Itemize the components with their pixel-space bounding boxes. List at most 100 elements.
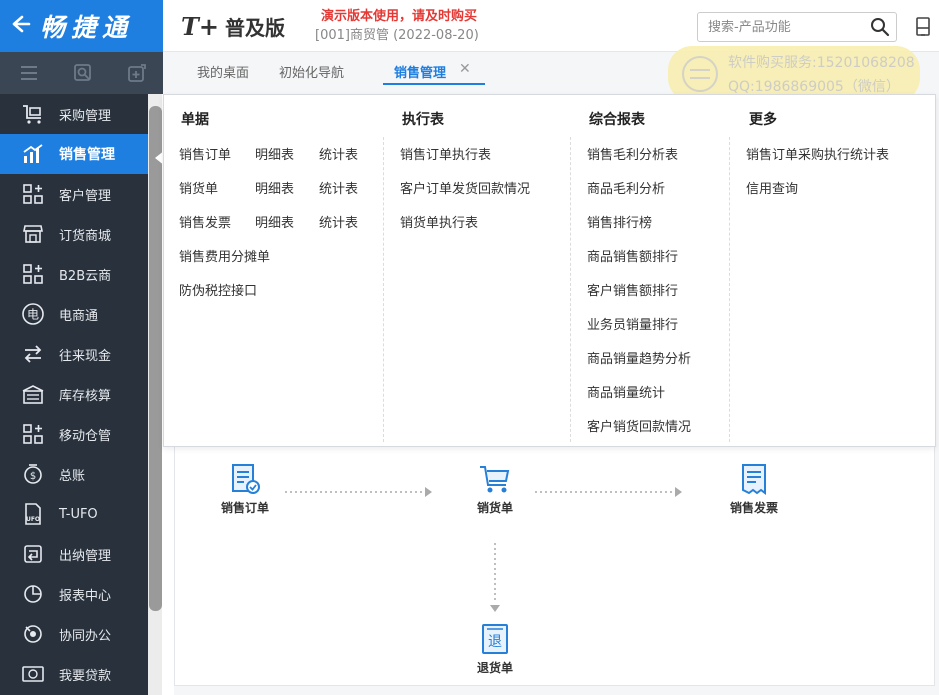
ledger-icon: $	[17, 462, 49, 486]
column-divider	[383, 137, 384, 442]
menu-item-order-purchase-stats[interactable]: 销售订单采购执行统计表	[746, 144, 889, 163]
tab-close-icon[interactable]: ✕	[459, 61, 471, 77]
sidebar-scrollbar[interactable]	[149, 106, 162, 611]
logout-icon[interactable]	[913, 16, 933, 38]
tab-init-guide[interactable]: 初始化导航	[279, 62, 344, 81]
sidebar-item-label: 报表中心	[59, 588, 112, 604]
cart-icon	[17, 102, 49, 126]
ufo-icon: UFO	[17, 502, 49, 526]
watermark-phone: 软件购买服务:15201068208	[728, 55, 915, 71]
product-logo: T+ 普及版	[181, 12, 285, 41]
sidebar-item-inventory[interactable]: 库存核算	[0, 374, 148, 414]
menu-item-sales-invoice[interactable]: 销售发票	[179, 212, 231, 231]
sidebar-item-label: 客户管理	[59, 188, 112, 204]
menu-item-salesperson-ranking[interactable]: 业务员销量排行	[587, 314, 678, 333]
back-arrow-icon[interactable]	[0, 13, 40, 40]
delivery-cart-icon	[477, 461, 513, 497]
active-tab-indicator	[383, 83, 485, 85]
return-icon-glyph: 退	[488, 634, 502, 650]
company-info: [001]商贸管 (2022-08-20)	[315, 28, 479, 43]
menu-item-customer-payment[interactable]: 客户销货回款情况	[587, 416, 691, 435]
menu-item-tax-interface[interactable]: 防伪税控接口	[179, 280, 257, 299]
menu-item-customer-shipping-payment[interactable]: 客户订单发货回款情况	[400, 178, 530, 197]
watermark-seal-icon	[682, 56, 718, 92]
flow-node-invoice[interactable]: 销售发票	[709, 461, 799, 516]
logo-mark: T+	[181, 12, 219, 41]
menu-item-order-execution[interactable]: 销售订单执行表	[400, 144, 491, 163]
sidebar-item-label: 协同办公	[59, 628, 112, 644]
menu-item-invoice-stats[interactable]: 统计表	[319, 212, 358, 231]
sidebar-item-cash[interactable]: 往来现金	[0, 334, 148, 374]
search-input[interactable]	[698, 13, 858, 41]
menu-item-sales-order-stats[interactable]: 统计表	[319, 144, 358, 163]
grid-plus-icon	[17, 422, 49, 446]
menu-item-customer-sales-ranking[interactable]: 客户销售额排行	[587, 280, 678, 299]
sidebar-toolbar	[0, 52, 163, 94]
sidebar-item-tufo[interactable]: UFO T-UFO	[0, 494, 148, 534]
menu-item-product-volume-stats[interactable]: 商品销量统计	[587, 382, 665, 401]
sidebar-item-mobile-warehouse[interactable]: 移动仓管	[0, 414, 148, 454]
sidebar-item-report-center[interactable]: 报表中心	[0, 574, 148, 614]
sidebar-item-label: 出纳管理	[59, 548, 112, 564]
menu-item-delivery-execution[interactable]: 销货单执行表	[400, 212, 478, 231]
sidebar-item-loan[interactable]: 我要贷款	[0, 654, 148, 694]
menu-item-product-sales-ranking[interactable]: 商品销售额排行	[587, 246, 678, 265]
sidebar-item-customer[interactable]: 客户管理	[0, 174, 148, 214]
menu-item-sales-ranking[interactable]: 销售排行榜	[587, 212, 652, 231]
menu-heading-reports: 综合报表	[589, 112, 645, 128]
brand-bar: 畅捷通	[0, 0, 163, 52]
menu-item-delivery[interactable]: 销货单	[179, 178, 218, 197]
brand-name: 畅捷通	[40, 13, 134, 42]
search-icon[interactable]	[870, 17, 890, 37]
sidebar-item-b2b[interactable]: B2B云商	[0, 254, 148, 294]
menu-item-expense-allocation[interactable]: 销售费用分摊单	[179, 246, 270, 265]
flow-node-return[interactable]: 退 退货单	[450, 621, 540, 676]
menu-item-invoice-detail[interactable]: 明细表	[255, 212, 294, 231]
pie-chart-icon	[17, 582, 49, 606]
exchange-icon	[17, 342, 49, 366]
sidebar-item-label: 我要贷款	[59, 668, 112, 684]
menu-item-sales-order[interactable]: 销售订单	[179, 144, 231, 163]
sidebar-item-sales[interactable]: 销售管理	[0, 134, 148, 174]
menu-icon[interactable]	[4, 52, 54, 94]
bar-chart-icon	[17, 142, 49, 166]
tab-my-desktop[interactable]: 我的桌面	[197, 62, 249, 81]
column-divider	[729, 137, 730, 442]
return-icon: 退	[477, 621, 513, 657]
menu-item-product-trend[interactable]: 商品销量趋势分析	[587, 348, 691, 367]
process-flow-panel: 销售订单 销货单 销售发票 退 退货单	[174, 440, 935, 686]
sidebar-item-ordermall[interactable]: 订货商城	[0, 214, 148, 254]
grid-plus-icon	[17, 262, 49, 286]
invoice-icon	[736, 461, 772, 497]
add-favorite-icon[interactable]	[112, 52, 162, 94]
svg-text:$: $	[30, 471, 36, 482]
svg-text:UFO: UFO	[26, 516, 40, 523]
menu-item-gross-profit-report[interactable]: 销售毛利分析表	[587, 144, 678, 163]
sidebar-item-collab[interactable]: 协同办公	[0, 614, 148, 654]
flow-node-sales-order[interactable]: 销售订单	[200, 461, 290, 516]
ecommerce-icon: 电	[17, 302, 49, 326]
flow-node-label: 退货单	[476, 661, 513, 675]
warehouse-icon	[17, 382, 49, 406]
sidebar-item-label: 电商通	[59, 308, 99, 324]
menu-item-credit-query[interactable]: 信用查询	[746, 178, 798, 197]
cashier-icon	[17, 542, 49, 566]
menu-item-delivery-stats[interactable]: 统计表	[319, 178, 358, 197]
menu-heading-more: 更多	[749, 112, 777, 128]
loan-icon	[17, 662, 49, 686]
tab-sales-management[interactable]: 销售管理	[394, 62, 446, 81]
menu-item-sales-order-detail[interactable]: 明细表	[255, 144, 294, 163]
flow-node-delivery[interactable]: 销货单	[450, 461, 540, 516]
sidebar-item-ledger[interactable]: $ 总账	[0, 454, 148, 494]
sidebar-item-cashier[interactable]: 出纳管理	[0, 534, 148, 574]
sidebar-item-label: 往来现金	[59, 348, 112, 364]
sidebar-item-label: 订货商城	[59, 228, 112, 244]
flow-node-label: 销售发票	[729, 501, 778, 515]
sidebar-item-purchase[interactable]: 采购管理	[0, 94, 148, 134]
menu-item-delivery-detail[interactable]: 明细表	[255, 178, 294, 197]
search-menu-icon[interactable]	[58, 52, 108, 94]
menu-item-product-gross-profit[interactable]: 商品毛利分析	[587, 178, 665, 197]
sidebar-item-ecommerce[interactable]: 电 电商通	[0, 294, 148, 334]
collab-icon	[17, 622, 49, 646]
sidebar-item-label: 总账	[59, 468, 86, 484]
